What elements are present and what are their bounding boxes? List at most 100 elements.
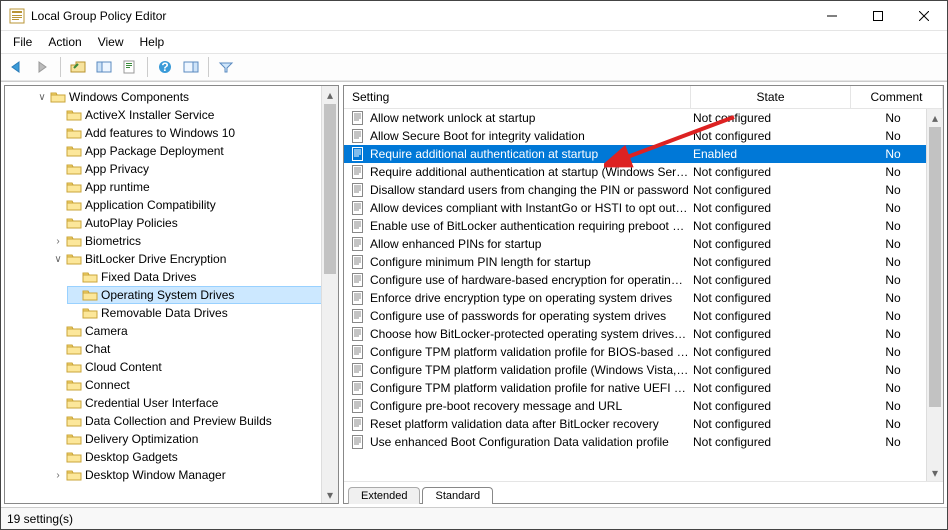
folder-icon xyxy=(66,197,82,213)
help-button[interactable]: ? xyxy=(153,56,177,78)
policy-row[interactable]: Use enhanced Boot Configuration Data val… xyxy=(344,433,943,451)
policy-comment: No xyxy=(849,435,937,449)
policy-row[interactable]: Allow Secure Boot for integrity validati… xyxy=(344,127,943,145)
policy-setting: Configure use of passwords for operating… xyxy=(370,309,689,323)
tree-node[interactable]: Delivery Optimization xyxy=(51,430,338,448)
tree-node[interactable]: Add features to Windows 10 xyxy=(51,124,338,142)
tree-node[interactable]: Data Collection and Preview Builds xyxy=(51,412,338,430)
policy-row[interactable]: Configure TPM platform validation profil… xyxy=(344,343,943,361)
tree-node[interactable]: App runtime xyxy=(51,178,338,196)
policy-row[interactable]: Enable use of BitLocker authentication r… xyxy=(344,217,943,235)
policy-row[interactable]: Require additional authentication at sta… xyxy=(344,163,943,181)
tree-node[interactable]: Connect xyxy=(51,376,338,394)
policy-icon xyxy=(350,272,366,288)
tree-pane[interactable]: ∨Windows Components ActiveX Installer Ser… xyxy=(4,85,339,504)
column-comment[interactable]: Comment xyxy=(851,86,943,108)
tree-label: ActiveX Installer Service xyxy=(85,108,214,122)
tree-node[interactable]: Removable Data Drives xyxy=(67,304,338,322)
column-setting[interactable]: Setting xyxy=(344,86,691,108)
policy-row[interactable]: Disallow standard users from changing th… xyxy=(344,181,943,199)
policy-row[interactable]: Configure use of passwords for operating… xyxy=(344,307,943,325)
menu-file[interactable]: File xyxy=(5,33,40,51)
policy-comment: No xyxy=(849,273,937,287)
properties-button[interactable] xyxy=(118,56,142,78)
tree-label: Delivery Optimization xyxy=(85,432,198,446)
tree-node[interactable]: ›Biometrics xyxy=(51,232,338,250)
tree-node[interactable]: Application Compatibility xyxy=(51,196,338,214)
policy-comment: No xyxy=(849,291,937,305)
forward-button[interactable] xyxy=(31,56,55,78)
policy-row[interactable]: Allow network unlock at startupNot confi… xyxy=(344,109,943,127)
policy-state: Not configured xyxy=(689,111,849,125)
tree-node[interactable]: App Package Deployment xyxy=(51,142,338,160)
folder-icon xyxy=(66,215,82,231)
tree-node[interactable]: ›Desktop Window Manager xyxy=(51,466,338,484)
folder-icon xyxy=(66,377,82,393)
policy-setting: Require additional authentication at sta… xyxy=(370,165,689,179)
policy-list[interactable]: Allow network unlock at startupNot confi… xyxy=(344,109,943,481)
menu-view[interactable]: View xyxy=(90,33,132,51)
policy-row[interactable]: Configure pre-boot recovery message and … xyxy=(344,397,943,415)
policy-state: Not configured xyxy=(689,417,849,431)
tree-node[interactable]: Fixed Data Drives xyxy=(67,268,338,286)
tree-node[interactable]: Cloud Content xyxy=(51,358,338,376)
policy-row[interactable]: Reset platform validation data after Bit… xyxy=(344,415,943,433)
policy-icon xyxy=(350,344,366,360)
up-button[interactable] xyxy=(66,56,90,78)
tab-extended[interactable]: Extended xyxy=(348,487,420,504)
close-button[interactable] xyxy=(901,1,947,31)
tab-standard[interactable]: Standard xyxy=(422,487,493,504)
policy-state: Not configured xyxy=(689,327,849,341)
status-text: 19 setting(s) xyxy=(7,512,73,526)
column-headers: Setting State Comment xyxy=(344,86,943,109)
scroll-up-icon[interactable]: ▴ xyxy=(927,109,943,126)
tree-node[interactable]: ActiveX Installer Service xyxy=(51,106,338,124)
tree-node-root[interactable]: ∨Windows Components xyxy=(35,88,338,106)
tree-node[interactable]: Chat xyxy=(51,340,338,358)
menu-help[interactable]: Help xyxy=(132,33,173,51)
policy-row[interactable]: Choose how BitLocker-protected operating… xyxy=(344,325,943,343)
scroll-down-icon[interactable]: ▾ xyxy=(322,486,338,503)
filter-button[interactable] xyxy=(214,56,238,78)
tree-label: App runtime xyxy=(85,180,150,194)
policy-state: Not configured xyxy=(689,309,849,323)
policy-row[interactable]: Configure TPM platform validation profil… xyxy=(344,379,943,397)
column-state[interactable]: State xyxy=(691,86,851,108)
scrollbar-vertical[interactable]: ▴ ▾ xyxy=(926,109,943,481)
back-button[interactable] xyxy=(5,56,29,78)
menu-action[interactable]: Action xyxy=(40,33,89,51)
policy-row[interactable]: Configure TPM platform validation profil… xyxy=(344,361,943,379)
policy-row[interactable]: Allow devices compliant with InstantGo o… xyxy=(344,199,943,217)
toolbar-separator xyxy=(147,57,148,77)
policy-state: Not configured xyxy=(689,435,849,449)
policy-state: Not configured xyxy=(689,363,849,377)
tree-label: Windows Components xyxy=(69,90,189,104)
tree-node[interactable]: App Privacy xyxy=(51,160,338,178)
policy-row[interactable]: Enforce drive encryption type on operati… xyxy=(344,289,943,307)
tree-label: Application Compatibility xyxy=(85,198,216,212)
tree-node[interactable]: Credential User Interface xyxy=(51,394,338,412)
show-hide-action-button[interactable] xyxy=(179,56,203,78)
tree-node[interactable]: Camera xyxy=(51,322,338,340)
tree-node[interactable]: AutoPlay Policies xyxy=(51,214,338,232)
policy-comment: No xyxy=(849,399,937,413)
policy-row[interactable]: Configure minimum PIN length for startup… xyxy=(344,253,943,271)
tree-node[interactable]: ∨BitLocker Drive Encryption xyxy=(51,250,338,268)
policy-row[interactable]: Require additional authentication at sta… xyxy=(344,145,943,163)
scroll-up-icon[interactable]: ▴ xyxy=(322,86,338,103)
tree-node[interactable]: Operating System Drives xyxy=(67,286,338,304)
policy-row[interactable]: Allow enhanced PINs for startupNot confi… xyxy=(344,235,943,253)
show-hide-tree-button[interactable] xyxy=(92,56,116,78)
scroll-down-icon[interactable]: ▾ xyxy=(927,464,943,481)
maximize-button[interactable] xyxy=(855,1,901,31)
tree-node[interactable]: Desktop Gadgets xyxy=(51,448,338,466)
scroll-thumb[interactable] xyxy=(929,127,941,407)
scroll-thumb[interactable] xyxy=(324,104,336,274)
policy-comment: No xyxy=(849,417,937,431)
policy-icon xyxy=(350,128,366,144)
tree-label: Removable Data Drives xyxy=(101,306,228,320)
folder-icon xyxy=(66,179,82,195)
scrollbar-vertical[interactable]: ▴ ▾ xyxy=(321,86,338,503)
policy-row[interactable]: Configure use of hardware-based encrypti… xyxy=(344,271,943,289)
minimize-button[interactable] xyxy=(809,1,855,31)
